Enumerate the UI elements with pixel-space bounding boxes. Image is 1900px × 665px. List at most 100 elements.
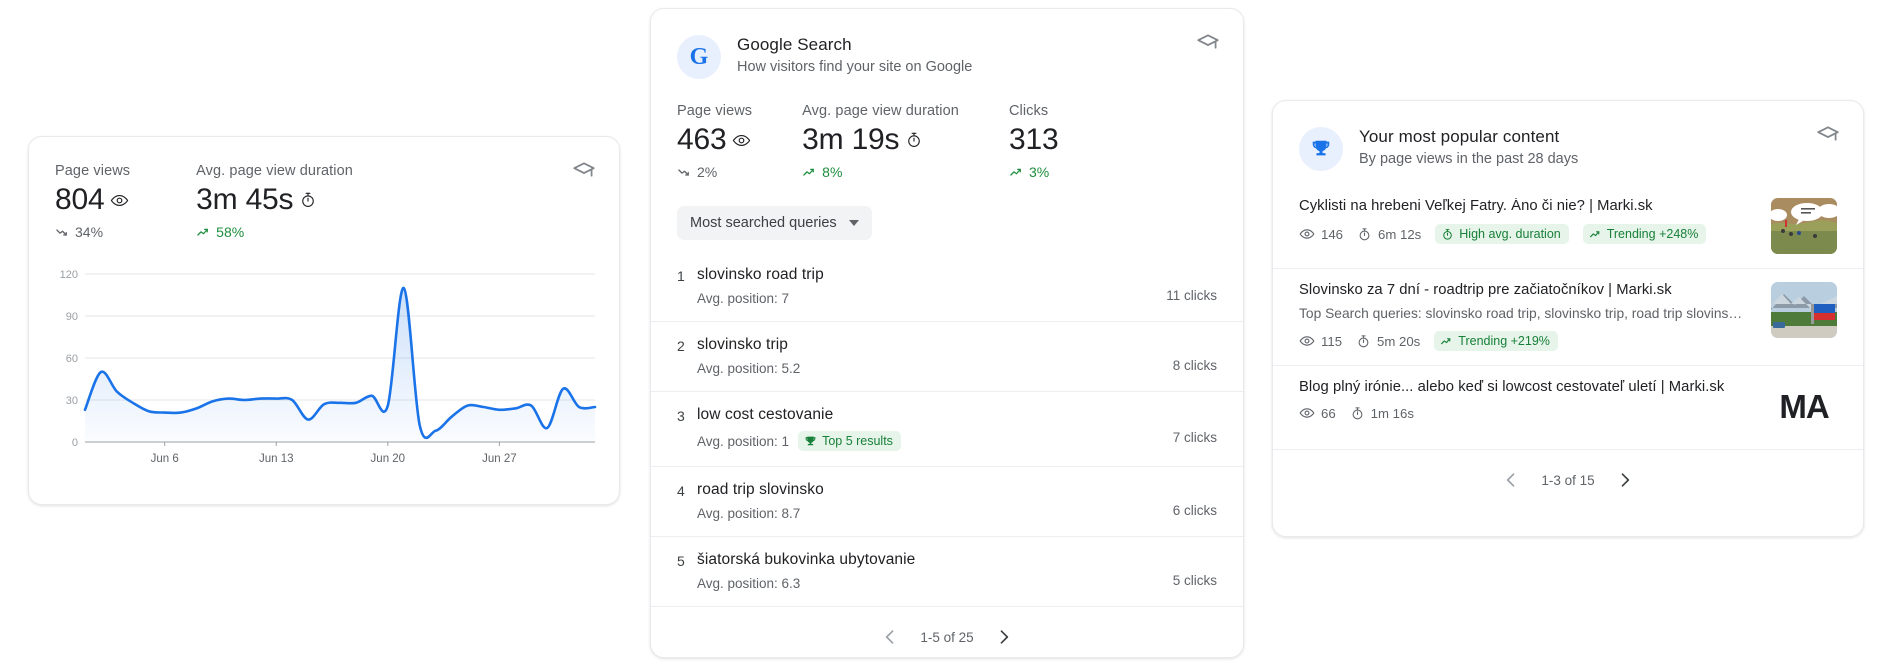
content-stats: 115 5m 20s Trending +219% [1299,331,1757,351]
metric-delta-value: 3% [1028,164,1050,180]
metric-delta: 8% [802,164,959,180]
popular-pagination: 1-3 of 15 [1273,450,1863,490]
eye-icon [1299,333,1315,349]
trophy-icon [1299,127,1343,171]
query-body: slovinsko road trip Avg. position: 7 [697,266,1166,306]
chevron-down-icon [848,220,859,226]
query-text: šiatorská bukovinka ubytovanie [697,551,916,568]
dashboard-stage: Page views 804 34% Avg. page view durati… [0,0,1900,665]
trend-up-icon [1589,228,1602,241]
trend-down-icon [55,225,70,240]
query-avg-position: Avg. position: 7 [697,291,790,306]
chevron-left-icon[interactable] [880,627,900,647]
query-meta: Avg. position: 1 Top 5 results [697,431,1173,451]
svg-text:Jun 13: Jun 13 [259,453,294,465]
query-meta: Avg. position: 6.3 [697,576,1173,591]
stopwatch-icon [1357,227,1372,242]
eye-icon [110,191,129,210]
trophy-icon [804,435,817,448]
stopwatch-icon [1441,228,1454,241]
google-g-icon: G [677,35,721,79]
google-search-header: G Google Search How visitors find your s… [651,9,1243,79]
query-clicks: 6 clicks [1172,502,1217,518]
graduation-cap-icon[interactable] [1195,31,1221,57]
metric-delta-value: 58% [216,224,245,240]
query-row[interactable]: 2 slovinsko trip Avg. position: 5.2 8 click… [651,322,1243,392]
google-g-letter: G [689,44,709,70]
popular-content-row[interactable]: Slovinsko za 7 dní - roadtrip pre začiat… [1273,269,1863,366]
high-duration-badge: High avg. duration [1435,224,1569,244]
search-metrics: Page views 463 2% Avg. page view duratio… [651,79,1243,180]
query-meta: Avg. position: 7 [697,291,1166,306]
query-meta: Avg. position: 8.7 [697,506,1173,521]
metric-value-row: 463 [677,123,752,157]
query-clicks: 7 clicks [1172,430,1217,445]
content-views: 146 [1299,226,1343,242]
query-clicks: 5 clicks [1172,572,1217,588]
content-duration: 5m 20s [1356,334,1420,349]
svg-text:Jun 6: Jun 6 [151,453,179,465]
content-thumbnail [1771,282,1837,338]
content-stats: 146 6m 12s High avg. duration Trending +248… [1299,224,1757,244]
content-title[interactable]: Slovinsko za 7 dní - roadtrip pre začiat… [1299,282,1757,298]
query-row[interactable]: 5 šiatorská bukovinka ubytovanie Avg. posi… [651,537,1243,607]
content-views: 115 [1299,333,1342,349]
svg-text:Jun 27: Jun 27 [482,453,517,465]
graduation-cap-icon[interactable] [1815,123,1841,149]
chevron-right-icon[interactable] [994,627,1014,647]
query-body: low cost cestovanie Avg. position: 1 Top 5… [697,406,1173,451]
query-row[interactable]: 4 road trip slovinsko Avg. position: 8.7 6 … [651,467,1243,537]
content-stats: 66 1m 16s [1299,405,1757,421]
query-clicks: 11 clicks [1166,287,1217,303]
chevron-left-icon[interactable] [1501,470,1521,490]
popular-content-row[interactable]: Cyklisti na hrebeni Veľkej Fatry. Áno či… [1273,185,1863,269]
query-row[interactable]: 1 slovinsko road trip Avg. position: 7 11 c… [651,252,1243,322]
trending-badge: Trending +248% [1582,224,1707,244]
content-views-value: 66 [1321,405,1336,421]
search-query-list: 1 slovinsko road trip Avg. position: 7 11 c… [651,252,1243,607]
popular-content-header: Your most popular content By page views … [1273,101,1863,171]
metric-label: Avg. page view duration [802,103,959,119]
content-main: Cyklisti na hrebeni Veľkej Fatry. Áno či… [1299,198,1757,244]
svg-text:120: 120 [60,269,78,281]
stopwatch-icon [1356,334,1371,349]
content-main: Blog plný irónie... alebo keď si lowcost… [1299,379,1757,421]
query-body: road trip slovinsko Avg. position: 8.7 [697,481,1173,521]
popular-content-row[interactable]: Blog plný irónie... alebo keď si lowcost… [1273,366,1863,450]
metric-delta: 34% [55,224,130,240]
content-title[interactable]: Cyklisti na hrebeni Veľkej Fatry. Áno či… [1299,198,1757,214]
badge-label: Top 5 results [822,434,893,448]
metric-value: 313 [1008,123,1059,156]
metric-clicks: Clicks 313 3% [1008,103,1059,180]
metric-value-row: 313 [1008,123,1059,157]
svg-text:Jun 20: Jun 20 [371,453,406,465]
chart-svg: 0 30 60 90 120 Jun 6 Jun 13 Jun 20 Jun 27 [60,269,597,465]
trend-up-icon [1009,165,1024,180]
metric-value-row: 804 [55,183,130,217]
metric-label: Page views [55,163,131,179]
content-duration-value: 6m 12s [1378,226,1422,242]
card-title: Google Search [737,35,852,54]
metric-avg-duration: Avg. page view duration 3m 45s 58% [196,163,353,240]
metric-delta-value: 8% [822,164,843,180]
metric-delta-value: 34% [75,224,104,240]
badge-label: High avg. duration [1459,227,1561,241]
query-row[interactable]: 3 low cost cestovanie Avg. position: 1 Top … [651,392,1243,467]
query-type-selected: Most searched queries [690,215,837,231]
graduation-cap-icon[interactable] [571,159,597,185]
content-title[interactable]: Blog plný irónie... alebo keď si lowcost… [1299,379,1757,395]
stopwatch-icon [1350,406,1365,421]
content-duration: 6m 12s [1357,227,1421,242]
trend-up-icon [802,165,817,180]
card-subtitle: How visitors find your site on Google [737,59,973,75]
chevron-right-icon[interactable] [1615,470,1635,490]
search-pagination: 1-5 of 25 [651,607,1243,647]
query-avg-position: Avg. position: 8.7 [697,506,801,521]
content-duration-value: 1m 16s [1370,405,1414,421]
query-rank: 1 [677,268,685,284]
query-text: slovinsko road trip [697,266,824,283]
content-views-value: 146 [1321,226,1344,242]
query-type-select[interactable]: Most searched queries [677,206,872,240]
content-top-queries: Top Search queries: slovinsko road trip,… [1299,306,1743,321]
svg-text:0: 0 [72,437,78,449]
